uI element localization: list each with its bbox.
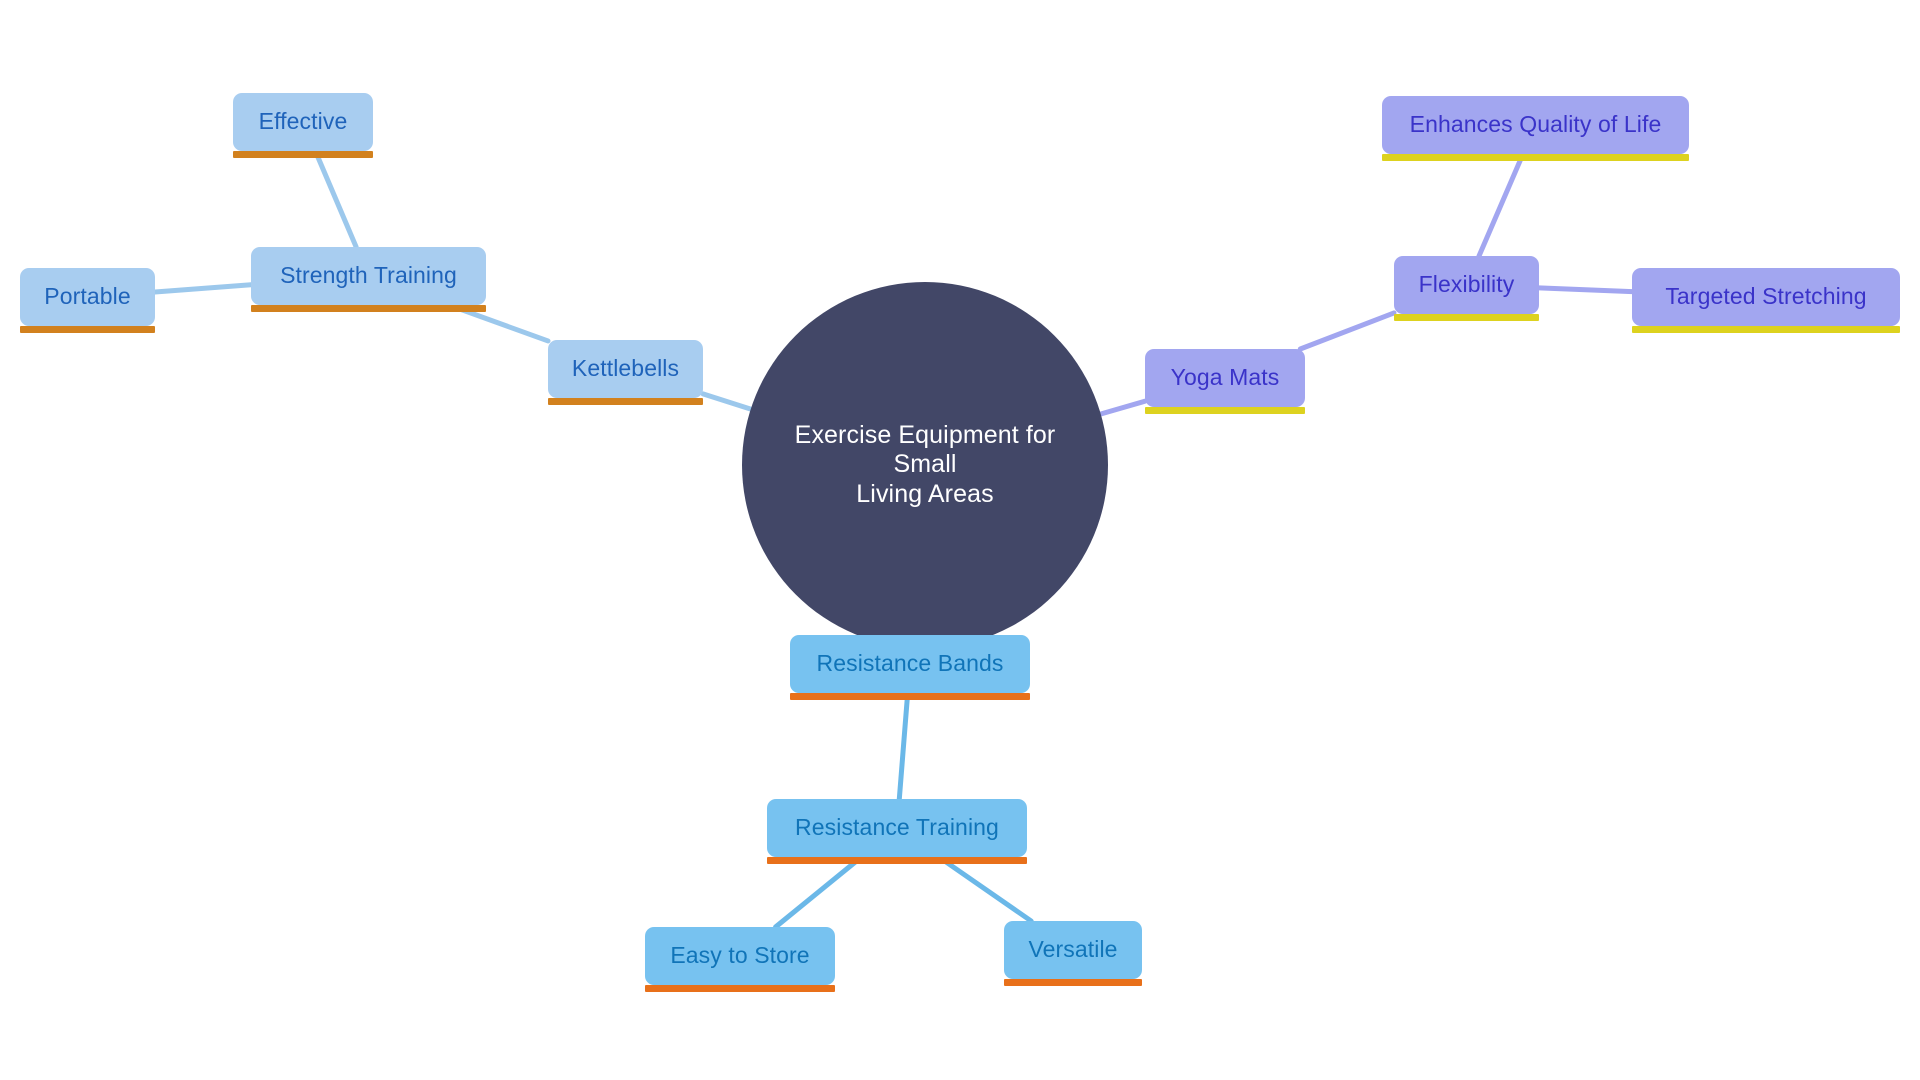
root-node[interactable]: Exercise Equipment for Small Living Area… [742,282,1108,648]
node-effective-label: Effective [258,108,348,135]
node-resistance-training[interactable]: Resistance Training [767,799,1027,864]
connector-strength-training-to-effective [312,148,359,250]
connector-resistance-bands-to-resistance-training [896,690,911,802]
connector-resistance-training-to-versatile [936,854,1034,924]
node-versatile-label: Versatile [1028,936,1118,963]
connector-resistance-training-to-easy-to-store [773,854,864,930]
connector-strength-training-to-portable [152,282,254,295]
node-easy-to-store-label: Easy to Store [670,942,810,969]
node-portable-label: Portable [44,283,131,310]
node-targeted-stretching-label: Targeted Stretching [1665,283,1867,310]
root-node-label: Exercise Equipment for Small Living Area… [794,420,1056,508]
connector-root-to-yoga-mats [1098,398,1148,417]
node-kettlebells-label: Kettlebells [571,355,680,382]
connector-yoga-mats-to-flexibility [1297,310,1397,352]
node-strength-training[interactable]: Strength Training [251,247,486,312]
node-yoga-mats-label: Yoga Mats [1170,364,1280,391]
node-enhances-quality-of-life[interactable]: Enhances Quality of Life [1382,96,1689,161]
connector-root-to-kettlebells [700,391,754,412]
node-resistance-bands[interactable]: Resistance Bands [790,635,1030,700]
connector-flexibility-to-enhances-quality-of-life [1476,151,1526,259]
node-strength-training-label: Strength Training [280,262,457,289]
node-yoga-mats[interactable]: Yoga Mats [1145,349,1305,414]
node-enhances-quality-of-life-label: Enhances Quality of Life [1409,111,1662,138]
node-flexibility[interactable]: Flexibility [1394,256,1539,321]
node-easy-to-store[interactable]: Easy to Store [645,927,835,992]
node-versatile[interactable]: Versatile [1004,921,1142,986]
node-portable[interactable]: Portable [20,268,155,333]
mindmap-canvas: Exercise Equipment for Small Living Area… [0,0,1920,1080]
node-effective[interactable]: Effective [233,93,373,158]
connector-flexibility-to-targeted-stretching [1536,285,1635,295]
node-resistance-bands-label: Resistance Bands [816,650,1004,677]
node-targeted-stretching[interactable]: Targeted Stretching [1632,268,1900,333]
node-kettlebells[interactable]: Kettlebells [548,340,703,405]
node-resistance-training-label: Resistance Training [795,814,999,841]
node-flexibility-label: Flexibility [1418,271,1515,298]
